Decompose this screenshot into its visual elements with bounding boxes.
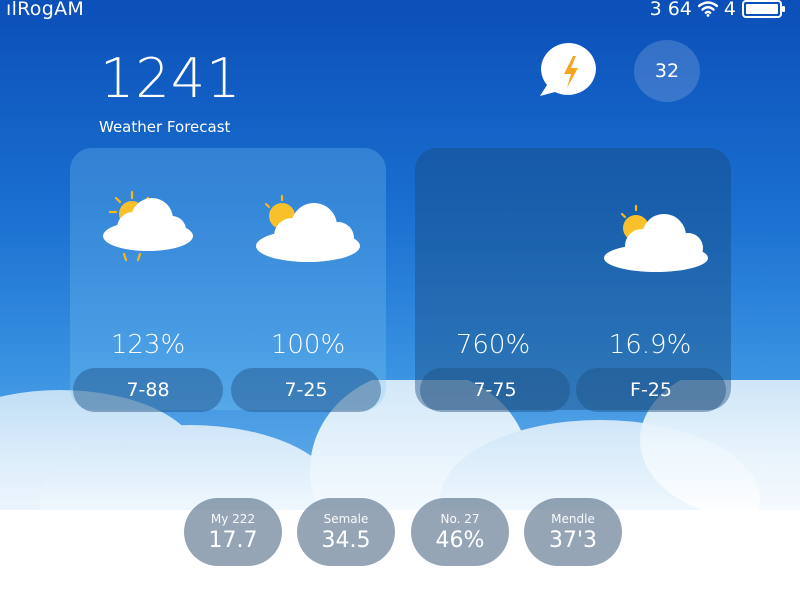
stat-pill-3[interactable]: No. 27 46% [411, 498, 509, 566]
card-4-percent: 16.9% [608, 330, 692, 360]
wifi-icon [697, 1, 718, 17]
header-time: 1241 [100, 47, 242, 110]
stat-label: No. 27 [440, 511, 480, 526]
stat-label: Semale [323, 511, 369, 526]
battery-icon [742, 0, 786, 19]
stat-pill-4[interactable]: Mendle 37'3 [524, 498, 622, 566]
background-clouds [0, 380, 800, 600]
card-2-range[interactable]: 7-25 [231, 368, 381, 412]
sun-cloud-icon [602, 202, 710, 274]
sun-cloud-icon [100, 188, 196, 268]
card-4-range[interactable]: F-25 [576, 368, 726, 412]
stat-value: 17.7 [208, 527, 258, 553]
sun-cloud-icon [254, 194, 362, 266]
status-indicators: 3 64 4 [650, 0, 786, 20]
count-badge-button[interactable]: 32 [634, 40, 700, 102]
stat-value: 37'3 [548, 527, 598, 553]
card-1-range[interactable]: 7-88 [73, 368, 223, 412]
status-bar: ılRogAM 3 64 4 [0, 0, 800, 24]
carrier-label: ılRogAM [6, 0, 85, 20]
status-time: 3 64 [649, 0, 692, 20]
card-3-range[interactable]: 7-75 [420, 368, 570, 412]
stat-label: Mendle [551, 511, 595, 526]
stat-value: 46% [435, 527, 485, 553]
stat-value: 34.5 [321, 527, 371, 553]
stat-label: My 222 [210, 511, 256, 526]
stat-pill-2[interactable]: Semale 34.5 [297, 498, 395, 566]
stat-pill-1[interactable]: My 222 17.7 [184, 498, 282, 566]
header-subtitle: Weather Forecast [99, 118, 231, 136]
lightning-bolt-icon [536, 40, 604, 102]
card-3-percent: 760% [455, 330, 531, 360]
network-label: 4 [723, 0, 736, 20]
card-1-percent: 123% [110, 330, 186, 360]
alert-button[interactable] [536, 40, 604, 102]
card-2-percent: 100% [270, 330, 346, 360]
